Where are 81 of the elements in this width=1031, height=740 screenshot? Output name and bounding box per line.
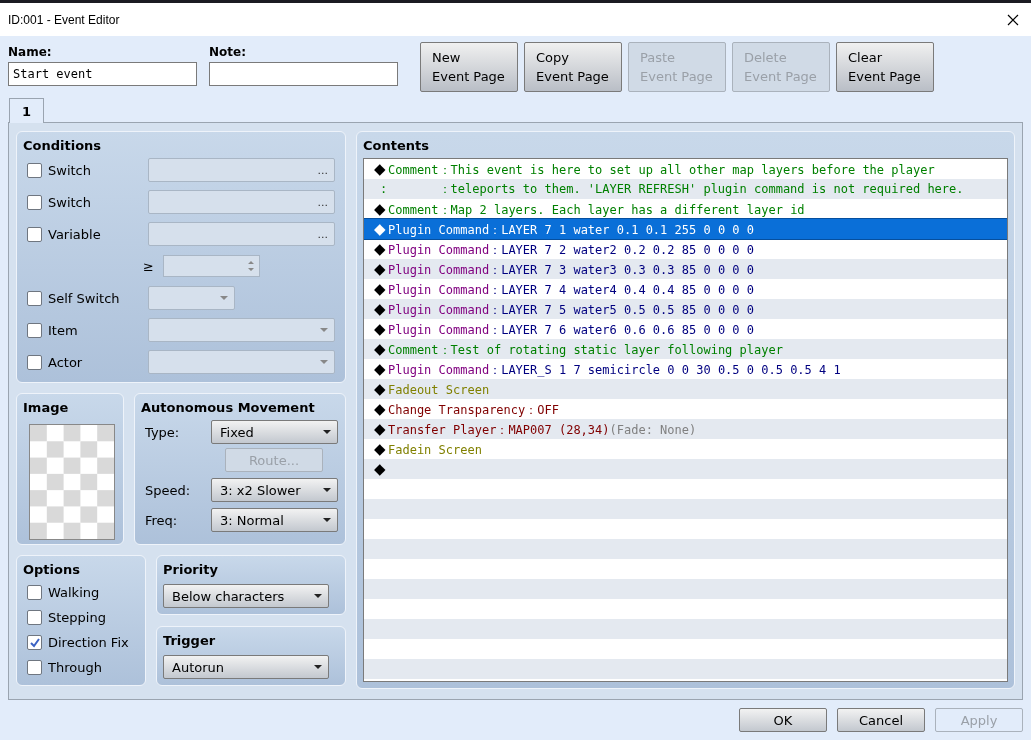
checkbox[interactable] <box>27 226 42 242</box>
command-row[interactable]: ◆ Fadeout Screen <box>364 379 1007 399</box>
command-row[interactable]: ◆ Comment：Map 2 layers. Each layer has a different layer id <box>364 199 1007 219</box>
checkbox[interactable] <box>27 354 42 370</box>
condition-label: Variable <box>48 226 102 242</box>
group-title: Autonomous Movement <box>141 399 316 417</box>
caret-icon <box>323 518 331 522</box>
trigger-dropdown[interactable]: Autorun <box>163 655 329 679</box>
number-field[interactable] <box>163 255 260 277</box>
empty-image-preview[interactable] <box>29 424 115 540</box>
caret-icon <box>323 488 331 492</box>
selector-field[interactable]: ... <box>148 222 335 246</box>
condition-label: Self Switch <box>48 290 121 306</box>
option-label: Stepping <box>48 610 106 625</box>
page-button[interactable]: Copy Event Page <box>524 42 622 92</box>
group-title: Priority <box>163 561 219 579</box>
command-row[interactable]: ◆ Comment：This event is here to set up all other map layers before the player <box>364 159 1007 179</box>
command-row[interactable]: ◆ Plugin Command：LAYER 7 5 water5 0.5 0.5 85 0 0 0 0 <box>364 299 1007 319</box>
command-row[interactable]: ◆ Plugin Command：LAYER 7 2 water2 0.2 0.2 85 0 0 0 0 <box>364 239 1007 259</box>
priority-dropdown[interactable]: Below characters <box>163 584 329 608</box>
browse-button[interactable]: ... <box>311 195 334 209</box>
caret-icon <box>323 430 331 434</box>
browse-button[interactable]: ... <box>311 163 334 177</box>
checkbox[interactable] <box>27 610 42 625</box>
command-row[interactable]: : ：teleports to them. 'LAYER REFRESH' plugin command is not required here. <box>364 179 1007 199</box>
name-label: Name: <box>8 44 53 61</box>
caret-icon <box>314 665 322 669</box>
comparison-symbol: ≥ <box>143 258 155 274</box>
command-row[interactable]: ◆ Plugin Command：LAYER 7 6 water6 0.6 0.6 85 0 0 0 0 <box>364 319 1007 339</box>
type-label: Type: <box>144 424 181 440</box>
condition-label: Switch <box>48 194 92 210</box>
page-tab[interactable]: 1 <box>9 98 44 123</box>
command-row[interactable]: ◆ Transfer Player：MAP007 (28,34)(Fade: None) <box>364 419 1007 439</box>
window-title: ID:001 - Event Editor <box>8 12 120 27</box>
type-dropdown[interactable]: Fixed <box>211 420 338 444</box>
dialog-button[interactable]: Cancel <box>837 708 925 732</box>
page-button[interactable]: Clear Event Page <box>836 42 934 92</box>
command-row[interactable]: ◆ Plugin Command：LAYER_S 1 7 semicircle 0 0 30 0.5 0 0.5 0.5 4 1 <box>364 359 1007 379</box>
group-title: Options <box>23 561 81 579</box>
group-title: Conditions <box>23 137 103 155</box>
selector-field[interactable]: ... <box>148 190 335 214</box>
command-row[interactable]: ◆ Fadein Screen <box>364 439 1007 459</box>
close-icon[interactable] <box>1007 13 1019 26</box>
note-field[interactable] <box>209 62 398 86</box>
option-label: Direction Fix <box>48 635 129 650</box>
dialog-button[interactable]: OK <box>739 708 827 732</box>
checkbox[interactable] <box>27 194 42 210</box>
option-label: Walking <box>48 585 100 600</box>
checkbox[interactable] <box>27 635 42 650</box>
caret-icon <box>320 328 328 332</box>
group-title: Contents <box>363 137 430 155</box>
checkbox[interactable] <box>27 290 42 306</box>
group-title: Trigger <box>163 632 217 650</box>
checkbox[interactable] <box>27 162 42 178</box>
condition-label: Actor <box>48 354 84 370</box>
caret-icon <box>320 360 328 364</box>
option-label: Through <box>48 660 102 675</box>
speed-dropdown[interactable]: 3: x2 Slower <box>211 478 338 502</box>
caret-icon <box>220 296 228 300</box>
command-row[interactable]: ◆ Plugin Command：LAYER 7 4 water4 0.4 0.4 85 0 0 0 0 <box>364 279 1007 299</box>
spin-arrows-icon[interactable] <box>247 259 255 273</box>
selector-field[interactable]: ... <box>148 158 335 182</box>
condition-label: Item <box>48 322 79 338</box>
note-label: Note: <box>209 44 247 61</box>
command-row[interactable]: ◆ Plugin Command：LAYER 7 3 water3 0.3 0.3 85 0 0 0 0 <box>364 259 1007 279</box>
browse-button[interactable]: ... <box>311 227 334 241</box>
command-row[interactable]: ◆ Change Transparency：OFF <box>364 399 1007 419</box>
checkbox[interactable] <box>27 660 42 675</box>
name-field[interactable]: Start event <box>8 62 197 86</box>
command-row[interactable]: ◆ <box>364 459 1007 479</box>
group-title: Image <box>23 399 70 417</box>
command-row[interactable]: ◆ Comment：Test of rotating static layer following player <box>364 339 1007 359</box>
condition-label: Switch <box>48 162 92 178</box>
checkbox[interactable] <box>27 585 42 600</box>
freq-dropdown[interactable]: 3: Normal <box>211 508 338 532</box>
caret-icon <box>314 594 322 598</box>
speed-label: Speed: <box>144 482 192 498</box>
freq-label: Freq: <box>144 512 179 528</box>
command-row[interactable]: ◆ Plugin Command：LAYER 7 1 water 0.1 0.1 255 0 0 0 0 <box>364 219 1007 239</box>
checkbox[interactable] <box>27 322 42 338</box>
page-button[interactable]: New Event Page <box>420 42 518 92</box>
